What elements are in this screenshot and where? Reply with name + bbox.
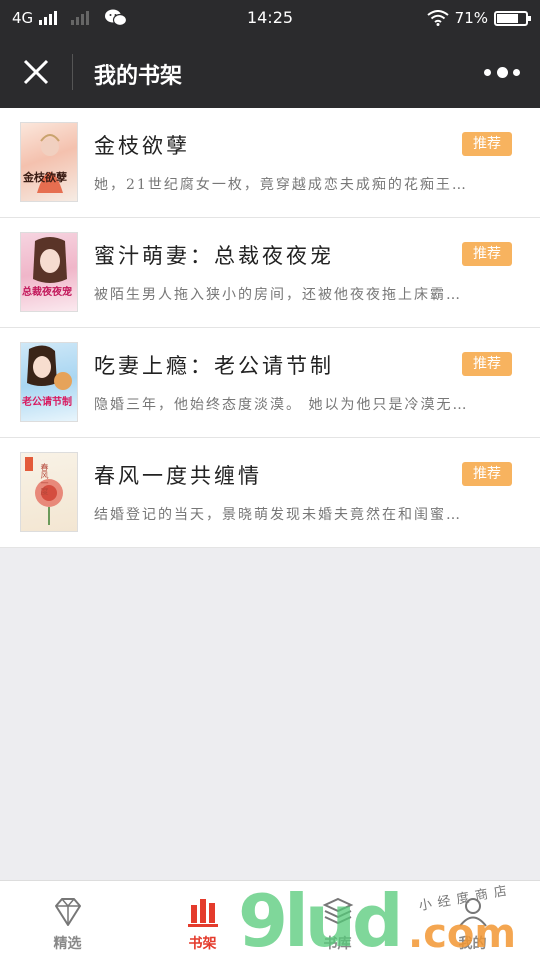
book-list: 金枝欲孽 金枝欲孽 她，21世纪腐女一枚，竟穿越成恋夫成痴的花痴王… 推荐 总裁… [0,108,540,548]
book-item[interactable]: 老公请节制 吃妻上瘾：老公请节制 隐婚三年，他始终态度淡漠。 她以为他只是冷漠无… [0,328,540,438]
book-title: 金枝欲孽 [94,134,190,158]
book-item[interactable]: 春风一度 春风一度共缠情 结婚登记的当天，景晓萌发现未婚夫竟然在和闺蜜… 推荐 [0,438,540,548]
more-dot-icon [496,66,508,78]
tab-label: 精选 [53,936,82,952]
tab-bookshelf[interactable]: 书架 [135,881,270,960]
tab-library[interactable]: 书库 [270,881,405,960]
book-title: 蜜汁萌妻：总裁夜夜宠 [94,244,334,268]
book-desc: 隐婚三年，他始终态度淡漠。 她以为他只是冷漠无… [94,397,469,413]
tab-featured[interactable]: 精选 [0,881,135,960]
status-bar: 4G 14:25 71% [0,0,540,36]
status-right: 71% [427,9,531,27]
book-title: 吃妻上瘾：老公请节制 [94,354,334,378]
tab-bar: 精选 书架 书库 我的 [0,880,540,960]
tab-label: 我的 [458,936,487,952]
book-desc: 结婚登记的当天，景晓萌发现未婚夫竟然在和闺蜜… [94,507,462,523]
cover-art [33,237,67,283]
book-cover: 老公请节制 [20,342,78,422]
book-title: 春风一度共缠情 [94,464,262,488]
page-title: 我的书架 [94,64,183,89]
wifi-icon [427,10,449,26]
profile-icon [458,898,487,927]
recommend-badge: 推荐 [462,132,512,156]
close-button[interactable] [20,56,52,88]
nav-divider [72,54,73,90]
tab-label: 书架 [188,936,217,952]
more-dot-icon [484,68,491,76]
battery-percent: 71% [454,9,488,27]
more-dot-icon [513,68,520,76]
tab-profile[interactable]: 我的 [405,881,540,960]
book-item[interactable]: 金枝欲孽 金枝欲孽 她，21世纪腐女一枚，竟穿越成恋夫成痴的花痴王… 推荐 [0,108,540,218]
recommend-badge: 推荐 [462,352,512,376]
cover-text: 老公请节制 [22,397,72,408]
cover-text: 总裁夜夜宠 [22,287,72,298]
tab-label: 书库 [323,936,352,952]
close-icon [23,59,49,85]
book-item[interactable]: 总裁夜夜宠 蜜汁萌妻：总裁夜夜宠 被陌生男人拖入狭小的房间，还被他夜夜拖上床霸…… [0,218,540,328]
cover-text: 金枝欲孽 [23,171,67,184]
book-cover: 总裁夜夜宠 [20,232,78,312]
nav-bar: 我的书架 [0,36,540,108]
bookshelf-icon [187,899,218,927]
diamond-icon [54,898,81,926]
recommend-badge: 推荐 [462,462,512,486]
cover-art [27,345,72,390]
book-desc: 她，21世纪腐女一枚，竟穿越成恋夫成痴的花痴王… [94,177,468,193]
recommend-badge: 推荐 [462,242,512,266]
battery-icon [494,10,531,26]
book-cover: 春风一度 [20,452,78,532]
more-button[interactable] [484,62,520,82]
library-icon [322,897,353,925]
book-desc: 被陌生男人拖入狭小的房间，还被他夜夜拖上床霸… [94,287,462,303]
book-cover: 金枝欲孽 [20,122,78,202]
cover-text: 春风一度 [40,463,49,495]
cover-art [37,134,63,193]
